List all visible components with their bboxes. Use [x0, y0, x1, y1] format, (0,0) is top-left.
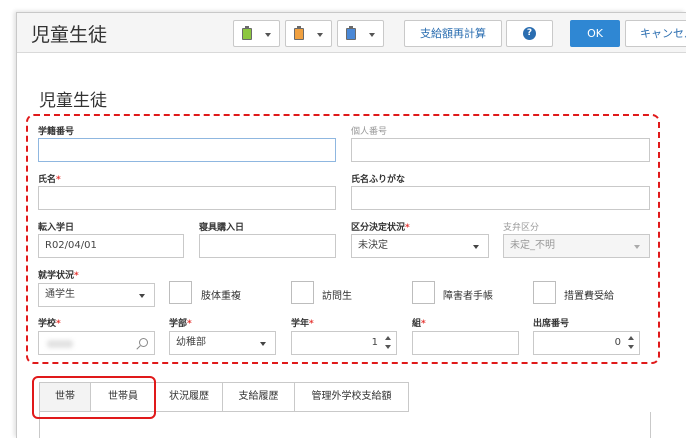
personal-number-input[interactable] [351, 138, 650, 162]
department-value: 幼稚部 [176, 337, 206, 348]
chevron-down-icon [265, 33, 271, 37]
section-title: 児童生徒 [39, 91, 107, 111]
checkbox-label-physical-multiple: 肢体重複 [201, 291, 241, 302]
payment-category-value: 未定_不明 [510, 240, 555, 251]
attendance-number-input[interactable]: 0 [533, 331, 640, 355]
student-number-label: 学籍番号 [38, 127, 75, 137]
category-status-value: 未決定 [358, 240, 388, 251]
chevron-down-icon [139, 294, 145, 298]
dialog-title: 児童生徒 [31, 24, 108, 46]
required-mark: * [309, 319, 314, 329]
class-label: 組* [412, 319, 426, 329]
tab-household-members[interactable]: 世帯員 [90, 382, 156, 412]
cancel-button[interactable]: キャンセル [625, 20, 686, 47]
bedding-date-label: 寝具購入日 [199, 223, 245, 233]
required-mark: * [421, 319, 426, 329]
clipboard-orange-button[interactable] [285, 20, 332, 47]
name-input[interactable] [38, 186, 336, 210]
department-select[interactable]: 幼稚部 [169, 331, 276, 355]
attendance-number-label: 出席番号 [533, 319, 570, 329]
student-dialog: 児童生徒 支給額再計算 ? OK キャンセル 児童生徒 学籍番号 個人番号 氏名… [16, 12, 686, 438]
class-input[interactable] [412, 331, 519, 355]
clipboard-blue-icon [346, 26, 356, 40]
name-label: 氏名* [38, 175, 61, 185]
enrollment-status-value: 通学生 [45, 289, 75, 300]
chevron-down-icon [317, 33, 323, 37]
required-mark: * [56, 175, 61, 185]
transfer-date-label: 転入学日 [38, 223, 75, 233]
checkbox-label-home-visit: 訪問生 [322, 291, 352, 302]
attendance-number-value: 0 [614, 337, 621, 348]
ok-button[interactable]: OK [570, 20, 620, 47]
bedding-date-input[interactable] [199, 234, 336, 258]
chevron-down-icon [260, 342, 266, 346]
grade-input[interactable]: 1 [291, 331, 397, 355]
school-label: 学校* [38, 319, 61, 329]
clipboard-green-icon [242, 26, 252, 40]
payment-category-label: 支弁区分 [503, 223, 540, 233]
search-icon[interactable] [139, 338, 148, 347]
enrollment-status-label: 就学状況* [38, 271, 79, 281]
category-status-select[interactable]: 未決定 [351, 234, 489, 258]
name-kana-input[interactable] [351, 186, 650, 210]
redacted-text [47, 340, 73, 348]
clipboard-orange-icon [294, 26, 304, 40]
dialog-header: 児童生徒 支給額再計算 ? OK キャンセル [17, 13, 686, 53]
recalculate-payment-button[interactable]: 支給額再計算 [404, 20, 502, 47]
tab-external-school-payment[interactable]: 管理外学校支給額 [294, 382, 409, 412]
chevron-down-icon [369, 33, 375, 37]
chevron-down-icon [473, 245, 479, 249]
tab-payment-history[interactable]: 支給履歴 [222, 382, 295, 412]
grade-label: 学年* [291, 319, 314, 329]
grade-value: 1 [371, 337, 378, 348]
school-input[interactable] [38, 331, 155, 355]
required-mark: * [187, 319, 192, 329]
name-kana-label: 氏名ふりがな [351, 175, 406, 185]
department-label: 学部* [169, 319, 192, 329]
required-mark: * [405, 223, 410, 233]
required-mark: * [74, 271, 79, 281]
student-number-input[interactable] [38, 138, 336, 162]
enrollment-status-select[interactable]: 通学生 [38, 283, 155, 307]
checkbox-physical-multiple[interactable] [169, 281, 192, 304]
category-status-label: 区分決定状況* [351, 223, 410, 233]
chevron-down-icon [634, 245, 640, 249]
spinner-icon[interactable] [628, 336, 636, 350]
transfer-date-input[interactable]: R02/04/01 [38, 234, 184, 258]
checkbox-home-visit[interactable] [291, 281, 314, 304]
tab-content-panel [39, 412, 651, 438]
clipboard-green-button[interactable] [233, 20, 280, 47]
tab-household[interactable]: 世帯 [39, 382, 91, 412]
required-mark: * [56, 319, 61, 329]
spinner-icon[interactable] [385, 336, 393, 350]
checkbox-label-measure-fee: 措置費受給 [564, 291, 614, 302]
help-button[interactable]: ? [506, 20, 553, 47]
personal-number-label: 個人番号 [351, 127, 388, 137]
question-circle-icon: ? [523, 27, 536, 40]
checkbox-measure-fee[interactable] [533, 281, 556, 304]
payment-category-select[interactable]: 未定_不明 [503, 234, 650, 258]
checkbox-label-disability-handbook: 障害者手帳 [443, 291, 493, 302]
clipboard-blue-button[interactable] [337, 20, 384, 47]
checkbox-disability-handbook[interactable] [412, 281, 435, 304]
tab-status-history[interactable]: 状況履歴 [155, 382, 223, 412]
